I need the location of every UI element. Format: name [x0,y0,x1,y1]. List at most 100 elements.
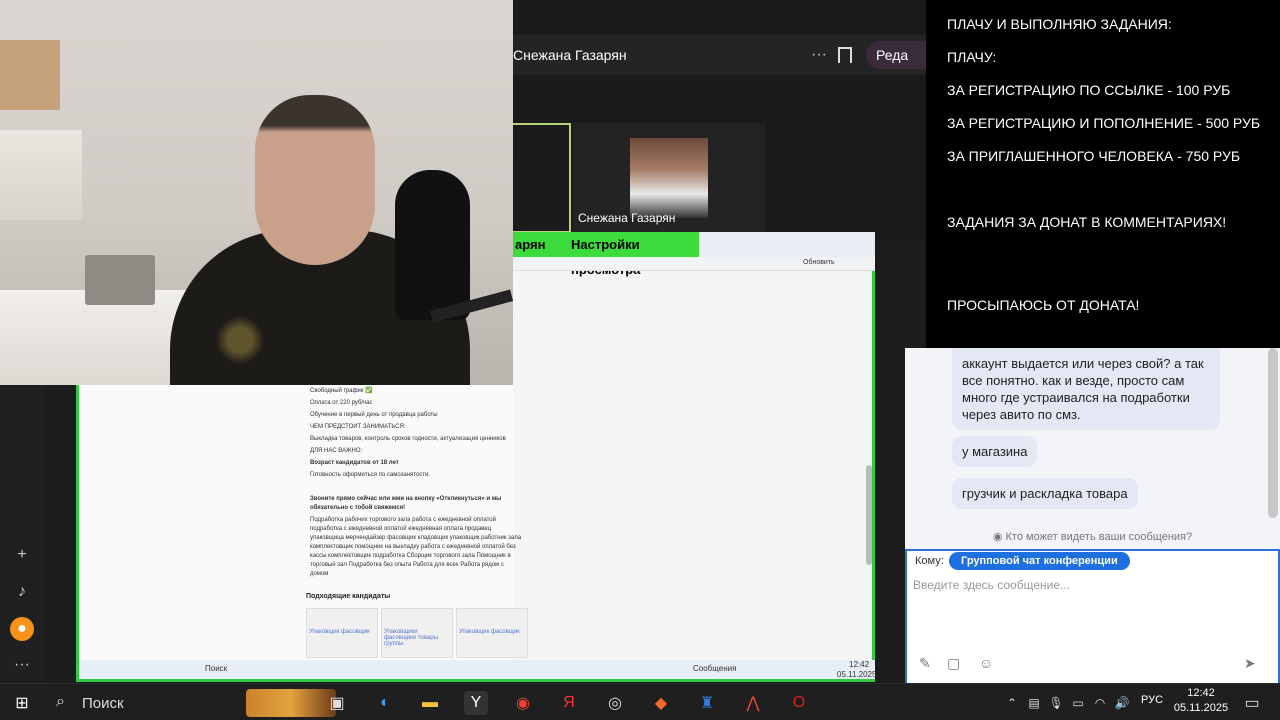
participant-tile-active[interactable] [513,123,571,233]
shared-document-area: Свободный график ✅ Оплата от 220 руб/час… [76,385,528,682]
overlay-line: ЗА ПРИГЛАШЕННОГО ЧЕЛОВЕКА - 750 РУБ [947,148,1241,164]
participant-name: Снежана Газарян [578,211,676,225]
clock-time: 12:42 [1187,687,1215,699]
more-icon[interactable]: ··· [10,653,34,677]
chat-message: аккаунт выдается или через свой? а так в… [952,348,1220,430]
folder-icon[interactable]: ▬ [418,691,442,715]
search-highlight-image [246,689,336,717]
refresh-button[interactable]: Обновить [803,259,835,266]
browser-tabbar [699,232,875,257]
overlay-line: ПЛАЧУ И ВЫПОЛНЯЮ ЗАДАНИЯ: [947,16,1172,32]
microphone [395,170,470,320]
mini-time: 12:42 [849,660,870,669]
task-view-icon[interactable]: ▣ [325,691,349,715]
edge-icon[interactable]: ◐ [373,691,397,715]
candidate-card[interactable]: Упаковщики фасовщики товары группы [381,608,453,658]
edit-button[interactable]: Реда [866,41,926,69]
participant-avatar [630,138,708,218]
overlay-line: ЗАДАНИЯ ЗА ДОНАТ В КОММЕНТАРИЯХ! [947,214,1227,230]
meeting-window: Снежана Газарян ··· Реда Снежана Газарян [513,0,926,238]
doc-line: Оплата от 220 руб/час [310,400,373,406]
candidate-card[interactable]: Упаковщик фасовщик [456,608,528,658]
file-icon[interactable]: ▢ [947,655,960,672]
doc-line: Обучение в первый день от продавца работ… [310,412,438,418]
visibility-info-label: Кто может видеть ваши сообщения? [1005,531,1193,543]
yandex-icon[interactable]: Y [464,691,488,715]
message-composer: Кому: Групповой чат конференции ✎ ▢ ☺ ➤ [905,549,1280,685]
notifications-icon[interactable]: ▭ [1240,691,1264,715]
doc-line: ДЛЯ НАС ВАЖНО: [310,448,363,454]
webcam-feed [0,0,513,385]
send-icon[interactable]: ➤ [1244,655,1256,672]
plus-icon[interactable]: + [10,543,34,567]
brave-icon[interactable]: ◆ [649,691,673,715]
chart-icon[interactable]: ⋀ [741,691,765,715]
person-head [255,95,375,265]
tray-app-icon[interactable]: ▤ [1022,691,1046,715]
vpn-icon[interactable]: ♜ [695,691,719,715]
tray-chevron-icon[interactable]: ⌃ [1000,691,1024,715]
overlay-line: ПЛАЧУ: [947,49,997,65]
search-icon: ⌕ [56,693,65,710]
clock[interactable]: 12:42 05.11.2025 [1170,686,1232,716]
tiktok-icon[interactable]: ♪ [10,580,34,604]
doc-line: Возраст кандидатов от 18 лет [310,460,399,466]
mini-date: 05.11.2025 [837,670,877,679]
left-sidebar: + ♪ ● ··· [0,385,45,683]
participant-tile[interactable]: Снежана Газарян [573,123,765,233]
stream-overlay: ПЛАЧУ И ВЫПОЛНЯЮ ЗАДАНИЯ: ПЛАЧУ: ЗА РЕГИ… [926,0,1280,348]
microwave [85,255,155,305]
chat-message: грузчик и раскладка товара [952,478,1138,509]
shared-scrollbar[interactable] [866,465,872,565]
wall-cabinet [0,130,82,220]
candidate-card[interactable]: Упаковщик фасовщик [306,608,378,658]
shared-screen: арян Настройки просмотра Обновить [513,232,875,682]
volume-icon[interactable]: 🔊 [1110,691,1134,715]
taskbar-search[interactable]: ⌕ Поиск [46,687,336,718]
chat-scrollbar[interactable] [1268,348,1278,518]
wifi-icon[interactable]: ◠ [1088,691,1112,715]
screen: Снежана Газарян ··· Реда Снежана Газарян… [0,0,1280,720]
format-icon[interactable]: ✎ [919,655,931,672]
yandex-y-icon[interactable]: Я [557,691,581,715]
chat-panel: аккаунт выдается или через свой? а так в… [905,348,1280,685]
chat-message: у магазина [952,436,1038,467]
doc-body: Подработка рабочих торгового зала работа… [310,517,522,577]
cabinet [0,40,60,110]
doc-line: ЧЕМ ПРЕДСТОИТ ЗАНИМАТЬСЯ: [310,424,406,430]
visibility-info[interactable]: ◉ Кто может видеть ваши сообщения? [905,530,1280,543]
hoodie-pattern [195,300,285,380]
presenter-name: арян [515,237,546,252]
obs-icon[interactable]: ◎ [603,691,627,715]
recipient-chip[interactable]: Групповой чат конференции [949,552,1130,570]
person-icon: ◉ [992,531,1006,543]
taskbar: ⊞ ⌕ Поиск ▣ ◐ ▬ Y ◉ Я ◎ ◆ ♜ ⋀ O ⌃ ▤ 🎙 ▭ … [0,683,1280,720]
doc-line: Свободный график ✅ [310,388,373,394]
microphone-icon[interactable]: 🎙 [1044,691,1068,715]
network-icon[interactable]: ▭ [1066,691,1090,715]
more-options-icon[interactable]: ··· [811,35,827,75]
meeting-header-name: Снежана Газарян [513,47,627,63]
vacancy-document: Свободный график ✅ Оплата от 220 руб/час… [306,385,526,580]
taskbar-search-label: Поиск [82,695,124,712]
doc-line: Выкладка товаров, контроль сроков годнос… [310,436,506,442]
bookmark-icon[interactable] [838,47,852,63]
overlay-line: ЗА РЕГИСТРАЦИЮ ПО ССЫЛКЕ - 100 РУБ [947,82,1231,98]
app-icon[interactable]: ● [10,617,34,641]
message-input[interactable] [913,575,1273,595]
windows-start-icon[interactable]: ⊞ [10,691,34,715]
overlay-line: ПРОСЫПАЮСЬ ОТ ДОНАТА! [947,297,1140,313]
clock-date: 05.11.2025 [1173,702,1229,714]
mini-messages-label: Сообщения [693,664,737,673]
candidates-heading: Подходящие кандидаты [306,593,391,600]
share-header: арян Настройки просмотра [513,232,699,277]
doc-line: Готовность оформиться по самозанятости. [310,472,431,478]
recipient-label: Кому: [915,555,944,567]
opera-icon[interactable]: O [787,691,811,715]
emoji-icon[interactable]: ☺ [979,655,993,671]
mini-search-label: Поиск [205,664,228,673]
doc-cta: Звоните прямо сейчас или жми на кнопку «… [310,496,502,511]
chrome-icon[interactable]: ◉ [511,691,535,715]
language-indicator[interactable]: РУС [1141,694,1163,706]
overlay-line: ЗА РЕГИСТРАЦИЮ И ПОПОЛНЕНИЕ - 500 РУБ [947,115,1261,131]
